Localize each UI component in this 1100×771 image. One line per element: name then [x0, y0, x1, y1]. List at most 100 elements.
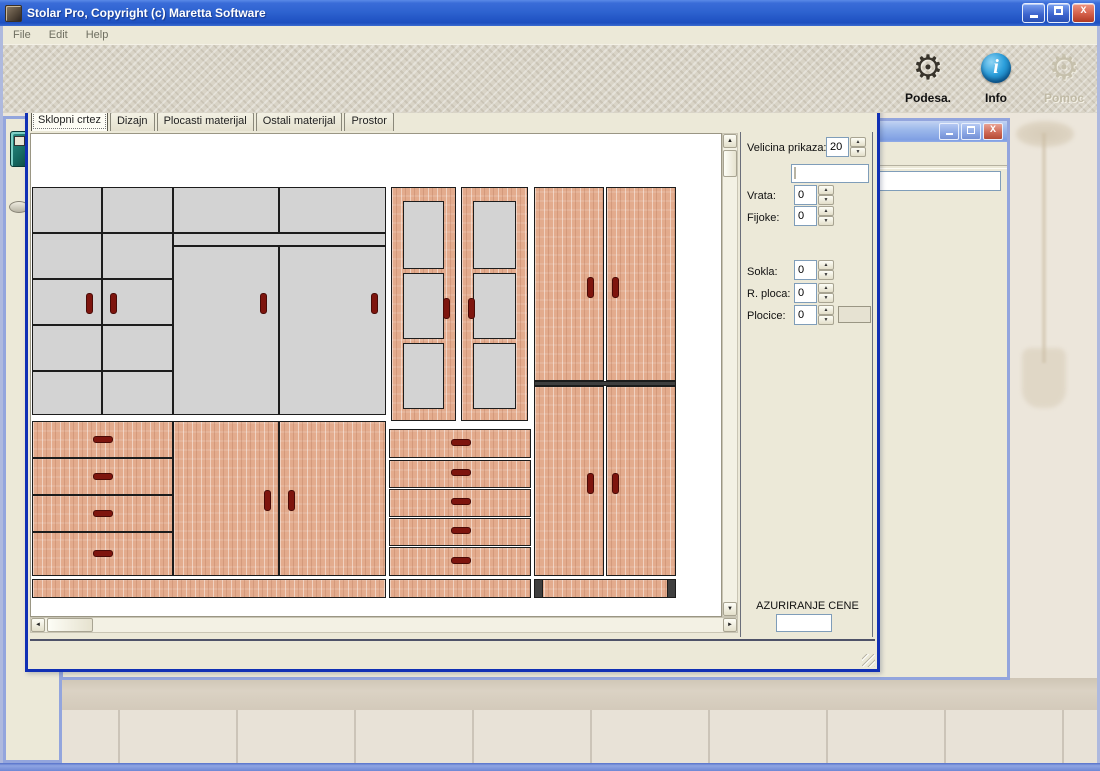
- maximize-button[interactable]: [1047, 3, 1070, 23]
- cabinet-handle: [443, 298, 450, 319]
- app-icon: [5, 5, 22, 22]
- vrata-label: Vrata:: [747, 190, 776, 202]
- azuriranje-cene-label: AZURIRANJE CENE: [741, 600, 874, 612]
- fijoke-stepper: 0 ▲▼: [794, 206, 834, 226]
- tab-plocasti-materijal[interactable]: Plocasti materijal: [157, 113, 254, 131]
- spin-up-button[interactable]: ▲: [818, 305, 834, 315]
- wallpaper-kitchen-counter: [0, 678, 1100, 710]
- close-icon[interactable]: X: [983, 123, 1003, 140]
- sokla-stepper: 0 ▲▼: [794, 260, 834, 280]
- spin-down-button[interactable]: ▼: [850, 147, 866, 157]
- plocice-extra-field: [838, 306, 871, 323]
- cabinet-glass-panel: [403, 273, 444, 339]
- spin-up-button[interactable]: ▲: [818, 283, 834, 293]
- zoom-track-field[interactable]: [791, 164, 869, 183]
- cabinet-handle: [612, 473, 619, 494]
- gear-icon: ⚙: [913, 47, 943, 89]
- spin-down-button[interactable]: ▼: [818, 315, 834, 325]
- cabinet-glass-panel: [403, 343, 444, 409]
- info-icon: i: [981, 47, 1011, 89]
- window-bottom-border: [0, 763, 1100, 771]
- tab-dizajn[interactable]: Dizajn: [110, 113, 155, 131]
- cabinet-handle: [93, 510, 113, 517]
- velicina-prikaza-label: Velicina prikaza:: [747, 142, 827, 154]
- cabinet-handle: [93, 550, 113, 557]
- spin-up-button[interactable]: ▲: [818, 206, 834, 216]
- r-ploca-value[interactable]: 0: [794, 283, 817, 303]
- cabinet-glass-panel: [32, 233, 102, 279]
- gear-icon: ⚙: [1049, 47, 1079, 89]
- cabinet-handle: [93, 473, 113, 480]
- tab-sklopni-crtez[interactable]: Sklopni crtez: [31, 113, 108, 131]
- plocice-value[interactable]: 0: [794, 305, 817, 325]
- main-titlebar: Stolar Pro, Copyright (c) Maretta Softwa…: [0, 0, 1100, 26]
- menu-file[interactable]: File: [6, 28, 38, 42]
- spin-up-button[interactable]: ▲: [818, 260, 834, 270]
- spin-down-button[interactable]: ▼: [818, 216, 834, 226]
- cabinet-handle: [468, 298, 475, 319]
- menu-help[interactable]: Help: [79, 28, 116, 42]
- cabinet-handle: [451, 498, 471, 505]
- toolbar-button-label: Pomoc: [1044, 91, 1084, 105]
- resize-grip[interactable]: [862, 654, 875, 667]
- cabinet-handle: [451, 439, 471, 446]
- cabinet-glass-panel: [403, 201, 444, 269]
- spin-up-button[interactable]: ▲: [850, 137, 866, 147]
- cabinet-glass-panel: [173, 246, 279, 415]
- toolbar-button-info[interactable]: i Info: [968, 47, 1024, 109]
- cabinet-glass-panel: [32, 371, 102, 415]
- toolbar-button-podesa[interactable]: ⚙Podesa.: [900, 47, 956, 109]
- cabinet-glass-panel: [173, 187, 279, 233]
- cabinet-glass-panel: [473, 343, 516, 409]
- cabinet-dark-trim: [534, 579, 543, 598]
- spin-down-button[interactable]: ▼: [818, 270, 834, 280]
- horizontal-scrollbar[interactable]: ◄ ►: [30, 617, 738, 633]
- horizontal-scroll-thumb[interactable]: [47, 618, 93, 632]
- tab-ostali-materijal[interactable]: Ostali materijal: [256, 113, 343, 131]
- child-window: Kreiranje sklopnog crteza X Sklopni crte…: [25, 113, 880, 672]
- settings-panel: Velicina prikaza: 20 ▲▼ Vrata: 0 ▲▼ Fijo…: [740, 132, 873, 637]
- close-button[interactable]: X: [1072, 3, 1095, 23]
- spin-up-button[interactable]: ▲: [818, 185, 834, 195]
- cabinet-handle: [451, 527, 471, 534]
- drawing-canvas[interactable]: [30, 133, 722, 617]
- spin-down-button[interactable]: ▼: [818, 293, 834, 303]
- velicina-prikaza-value[interactable]: 20: [826, 137, 849, 157]
- vertical-scroll-thumb[interactable]: [723, 150, 737, 177]
- velicina-prikaza-stepper: 20 ▲▼: [826, 137, 866, 157]
- azuriranje-cene-input[interactable]: [776, 614, 832, 632]
- scroll-up-button[interactable]: ▲: [723, 134, 737, 148]
- scroll-right-button[interactable]: ►: [723, 618, 737, 632]
- wallpaper-kitchen-cabinets: [0, 710, 1100, 763]
- sokla-label: Sokla:: [747, 266, 778, 278]
- cabinet-handle: [451, 469, 471, 476]
- cabinet-handle: [587, 473, 594, 494]
- spin-down-button[interactable]: ▼: [818, 195, 834, 205]
- cabinet-glass-panel: [102, 187, 173, 233]
- vrata-value[interactable]: 0: [794, 185, 817, 205]
- fijoke-value[interactable]: 0: [794, 206, 817, 226]
- cabinet-glass-panel: [32, 187, 102, 233]
- toolbar-button-pomoc[interactable]: ⚙ Pomoc: [1036, 47, 1092, 109]
- plocice-label: Plocice:: [747, 310, 786, 322]
- sokla-value[interactable]: 0: [794, 260, 817, 280]
- menu-edit[interactable]: Edit: [42, 28, 75, 42]
- minimize-button[interactable]: [939, 123, 959, 140]
- scroll-down-button[interactable]: ▼: [723, 602, 737, 616]
- cabinet-glass-panel: [102, 371, 173, 415]
- main-window-title: Stolar Pro, Copyright (c) Maretta Softwa…: [27, 6, 1022, 20]
- toolbar-button-label: Info: [985, 91, 1007, 105]
- cabinet-handle: [93, 436, 113, 443]
- cabinet-glass-panel: [279, 187, 386, 233]
- cabinet-dark-trim: [667, 579, 676, 598]
- maximize-button[interactable]: [961, 123, 981, 140]
- cabinet-handle: [110, 293, 117, 314]
- fijoke-label: Fijoke:: [747, 212, 779, 224]
- vertical-scrollbar[interactable]: ▲ ▼: [722, 133, 738, 617]
- r-ploca-stepper: 0 ▲▼: [794, 283, 834, 303]
- tab-bar: Sklopni crtezDizajnPlocasti materijalOst…: [31, 113, 396, 131]
- main-window: Stolar Pro, Copyright (c) Maretta Softwa…: [0, 0, 1100, 771]
- minimize-button[interactable]: [1022, 3, 1045, 23]
- scroll-left-button[interactable]: ◄: [31, 618, 45, 632]
- tab-prostor[interactable]: Prostor: [344, 113, 393, 131]
